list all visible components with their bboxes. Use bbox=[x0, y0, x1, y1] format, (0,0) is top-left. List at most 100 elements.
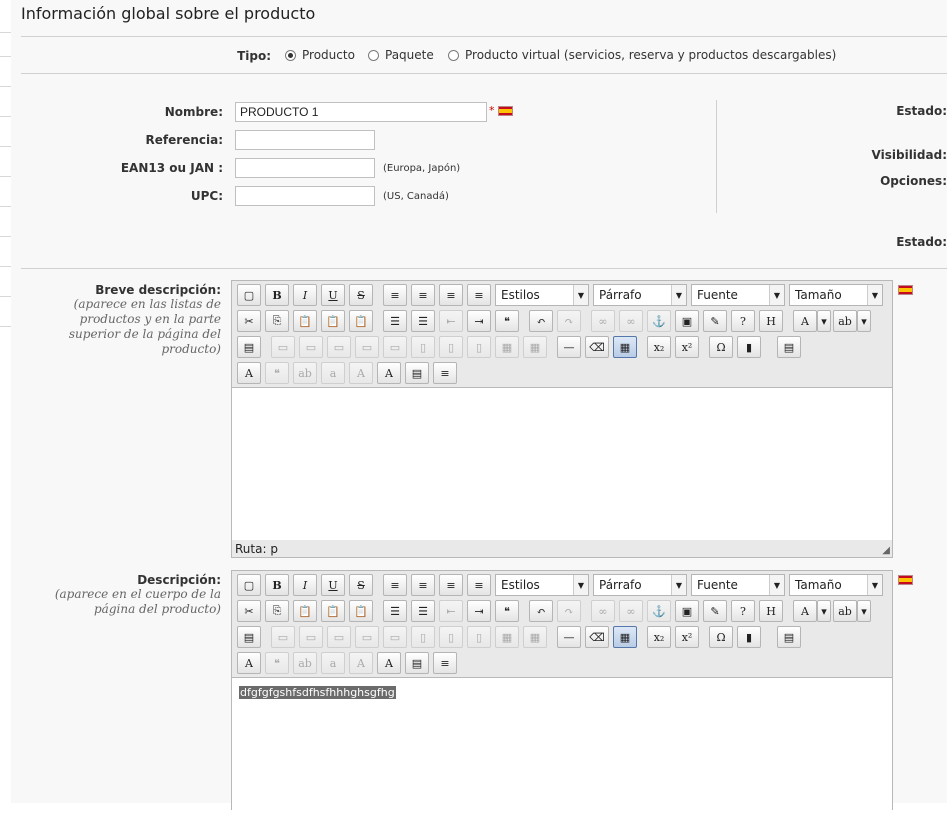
row-props-button[interactable]: ▭ bbox=[271, 626, 295, 648]
redo-button[interactable]: ↷ bbox=[557, 310, 581, 332]
insert-row-after-button[interactable]: ▭ bbox=[355, 626, 379, 648]
spanish-flag-icon[interactable] bbox=[898, 575, 913, 585]
image-button[interactable]: ▣ bbox=[675, 310, 699, 332]
upc-input[interactable] bbox=[235, 186, 375, 206]
copy-button[interactable]: ⎘ bbox=[265, 600, 289, 622]
radio-producto-virtual[interactable] bbox=[448, 50, 459, 61]
del-button[interactable]: A bbox=[349, 362, 373, 384]
subscript-button[interactable]: x₂ bbox=[647, 336, 671, 358]
paste-text-button[interactable]: 📋 bbox=[321, 600, 345, 622]
remove-format-button[interactable]: ⌫ bbox=[585, 336, 609, 358]
radio-producto[interactable] bbox=[285, 50, 296, 61]
outdent-button[interactable]: ⇤ bbox=[439, 600, 463, 622]
charmap-button[interactable]: Ω bbox=[709, 626, 733, 648]
remove-format-button[interactable]: ⌫ bbox=[585, 626, 609, 648]
blockquote-button[interactable]: ❝ bbox=[495, 600, 519, 622]
cut-button[interactable]: ✂ bbox=[237, 310, 261, 332]
row-props-button[interactable]: ▭ bbox=[271, 336, 295, 358]
paste-text-button[interactable]: 📋 bbox=[321, 310, 345, 332]
ins-button[interactable]: A bbox=[377, 652, 401, 674]
nonbreaking-button[interactable]: ≡ bbox=[433, 652, 457, 674]
link-button[interactable]: ∞ bbox=[591, 600, 615, 622]
blockquote-button[interactable]: ❝ bbox=[495, 310, 519, 332]
nonbreaking-button[interactable]: ≡ bbox=[433, 362, 457, 384]
desc-content-area[interactable]: dfgfgfgshfsdfhsfhhhghsgfhg bbox=[232, 677, 892, 818]
abbr-button[interactable]: ab bbox=[293, 652, 317, 674]
undo-button[interactable]: ↶ bbox=[529, 600, 553, 622]
bullet-list-button[interactable]: ☰ bbox=[383, 600, 407, 622]
strikethrough-button[interactable]: S bbox=[349, 574, 373, 596]
merge-cells-button[interactable]: ▦ bbox=[523, 626, 547, 648]
acronym-button[interactable]: a bbox=[321, 362, 345, 384]
link-button[interactable]: ∞ bbox=[591, 310, 615, 332]
font-dropdown[interactable]: Fuente ▼ bbox=[691, 284, 785, 306]
align-justify-button[interactable]: ≡ bbox=[467, 574, 491, 596]
size-dropdown[interactable]: Tamaño ▼ bbox=[789, 574, 883, 596]
italic-button[interactable]: I bbox=[293, 574, 317, 596]
cleanup-button[interactable]: ✎ bbox=[703, 600, 727, 622]
nombre-input[interactable] bbox=[235, 102, 487, 122]
attribs-button[interactable]: ▤ bbox=[405, 362, 429, 384]
merge-cells-button[interactable]: ▦ bbox=[523, 336, 547, 358]
redo-button[interactable]: ↷ bbox=[557, 600, 581, 622]
bold-button[interactable]: B bbox=[265, 284, 289, 306]
indent-button[interactable]: ⇥ bbox=[467, 310, 491, 332]
underline-button[interactable]: U bbox=[321, 574, 345, 596]
underline-button[interactable]: U bbox=[321, 284, 345, 306]
styleprops-button[interactable]: A bbox=[237, 362, 261, 384]
insert-row-before-button[interactable]: ▭ bbox=[327, 626, 351, 648]
charmap-button[interactable]: Ω bbox=[709, 336, 733, 358]
align-left-button[interactable]: ≡ bbox=[383, 284, 407, 306]
insert-row-before-button[interactable]: ▭ bbox=[327, 336, 351, 358]
radio-paquete[interactable] bbox=[368, 50, 379, 61]
table-button[interactable]: ▦ bbox=[613, 626, 637, 648]
size-dropdown[interactable]: Tamaño ▼ bbox=[789, 284, 883, 306]
undo-button[interactable]: ↶ bbox=[529, 310, 553, 332]
delete-row-button[interactable]: ▭ bbox=[383, 626, 407, 648]
bullet-list-button[interactable]: ☰ bbox=[383, 310, 407, 332]
backcolor-button[interactable]: ab bbox=[833, 310, 857, 332]
align-right-button[interactable]: ≡ bbox=[439, 574, 463, 596]
superscript-button[interactable]: x² bbox=[675, 336, 699, 358]
new-document-icon[interactable]: ▢ bbox=[237, 574, 261, 596]
outdent-button[interactable]: ⇤ bbox=[439, 310, 463, 332]
subscript-button[interactable]: x₂ bbox=[647, 626, 671, 648]
indent-button[interactable]: ⇥ bbox=[467, 600, 491, 622]
chevron-down-icon[interactable]: ▾ bbox=[817, 310, 831, 332]
align-right-button[interactable]: ≡ bbox=[439, 284, 463, 306]
hr-button[interactable]: — bbox=[557, 336, 581, 358]
ean-input[interactable] bbox=[235, 158, 375, 178]
paste-word-button[interactable]: 📋 bbox=[349, 310, 373, 332]
short-desc-content-area[interactable] bbox=[232, 387, 892, 540]
delete-row-button[interactable]: ▭ bbox=[383, 336, 407, 358]
cite-button[interactable]: ❝ bbox=[265, 362, 289, 384]
html-button[interactable]: H bbox=[759, 600, 783, 622]
attribs-button[interactable]: ▤ bbox=[405, 652, 429, 674]
spanish-flag-icon[interactable] bbox=[898, 285, 913, 295]
forecolor-button[interactable]: A bbox=[793, 600, 817, 622]
copy-button[interactable]: ⎘ bbox=[265, 310, 289, 332]
media-button[interactable]: ▮ bbox=[737, 626, 761, 648]
backcolor-button[interactable]: ab bbox=[833, 600, 857, 622]
format-dropdown[interactable]: Párrafo ▼ bbox=[593, 574, 687, 596]
cell-props-button[interactable]: ▭ bbox=[299, 626, 323, 648]
chevron-down-icon[interactable]: ▾ bbox=[817, 600, 831, 622]
cleanup-button[interactable]: ✎ bbox=[703, 310, 727, 332]
cite-button[interactable]: ❝ bbox=[265, 652, 289, 674]
insert-col-before-button[interactable]: ▯ bbox=[411, 626, 435, 648]
bold-button[interactable]: B bbox=[265, 574, 289, 596]
font-dropdown[interactable]: Fuente ▼ bbox=[691, 574, 785, 596]
numbered-list-button[interactable]: ☰ bbox=[411, 600, 435, 622]
abbr-button[interactable]: ab bbox=[293, 362, 317, 384]
paste-button[interactable]: 📋 bbox=[293, 310, 317, 332]
anchor-button[interactable]: ⚓ bbox=[647, 310, 671, 332]
delete-col-button[interactable]: ▯ bbox=[467, 336, 491, 358]
forecolor-button[interactable]: A bbox=[793, 310, 817, 332]
insert-col-after-button[interactable]: ▯ bbox=[439, 336, 463, 358]
align-center-button[interactable]: ≡ bbox=[411, 284, 435, 306]
resize-handle-icon[interactable]: ◢ bbox=[882, 545, 890, 556]
html-button[interactable]: H bbox=[759, 310, 783, 332]
numbered-list-button[interactable]: ☰ bbox=[411, 310, 435, 332]
italic-button[interactable]: I bbox=[293, 284, 317, 306]
acronym-button[interactable]: a bbox=[321, 652, 345, 674]
